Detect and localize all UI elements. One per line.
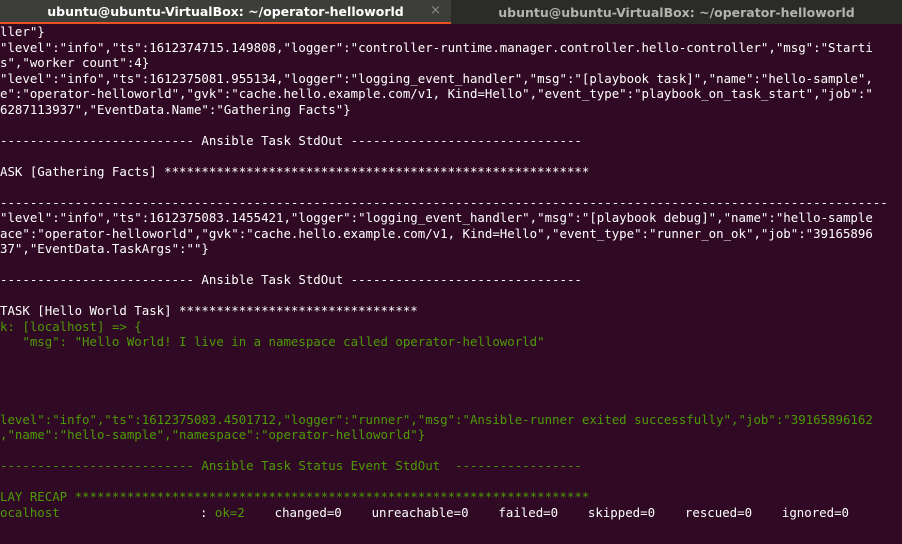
- terminal-line: -------------------------- Ansible Task …: [0, 272, 582, 287]
- terminal-line: "level":"info","ts":1612374715.149808,"l…: [0, 39, 873, 55]
- terminal-line: "msg": "Hello World! I live in a namespa…: [0, 334, 545, 349]
- terminal-line: LAY RECAP ******************************…: [0, 489, 590, 504]
- terminal-line: k: [localhost] => {: [0, 318, 142, 334]
- tab-second-terminal[interactable]: ubuntu@ubuntu-VirtualBox: ~/operator-hel…: [451, 0, 902, 24]
- terminal-tab-bar: ubuntu@ubuntu-VirtualBox: ~/operator-hel…: [0, 0, 902, 24]
- terminal-line: level":"info","ts":1612375083.4501712,"l…: [0, 411, 873, 427]
- terminal-line: ,"name":"hello-sample","namespace":"oper…: [0, 427, 426, 442]
- terminal-line: -------------------------- Ansible Task …: [0, 458, 582, 473]
- play-recap-row: ocalhost : ok=2 changed=0 unreachable=0 …: [0, 505, 902, 521]
- terminal-line: e":"operator-helloworld","gvk":"cache.he…: [0, 86, 873, 101]
- terminal-output[interactable]: ller"} "level":"info","ts":1612374715.149…: [0, 24, 902, 544]
- terminal-line: "level":"info","ts":1612375081.955134,"l…: [0, 70, 873, 86]
- terminal-line: -------------------------- Ansible Task …: [0, 132, 582, 148]
- terminal-line: ----------------------------------------…: [0, 194, 888, 210]
- terminal-line: ace":"operator-helloworld","gvk":"cache.…: [0, 225, 873, 241]
- terminal-line: s","worker count":4}: [0, 55, 150, 70]
- recap-stats: changed=0 unreachable=0 failed=0 skipped…: [244, 504, 850, 520]
- tab-title: ubuntu@ubuntu-VirtualBox: ~/operator-hel…: [498, 4, 855, 20]
- terminal-line: 37","EventData.TaskArgs":""}: [0, 241, 209, 256]
- terminal-line: ASK [Gathering Facts] ******************…: [0, 163, 590, 179]
- terminal-lines: ller"} "level":"info","ts":1612374715.149…: [0, 24, 902, 505]
- recap-host: ocalhost: [0, 504, 60, 520]
- tab-title: ubuntu@ubuntu-VirtualBox: ~/operator-hel…: [47, 3, 404, 19]
- close-icon[interactable]: ×: [430, 3, 441, 18]
- terminal-line: 6287113937","EventData.Name":"Gathering …: [0, 101, 351, 117]
- terminal-line: ller"}: [0, 24, 45, 39]
- recap-colon: :: [200, 504, 215, 520]
- recap-ok-count: ok=2: [214, 504, 245, 520]
- tab-active-terminal[interactable]: ubuntu@ubuntu-VirtualBox: ~/operator-hel…: [0, 0, 451, 24]
- terminal-line: TASK [Hello World Task] ****************…: [0, 303, 418, 318]
- terminal-line: "level":"info","ts":1612375083.1455421,"…: [0, 210, 873, 225]
